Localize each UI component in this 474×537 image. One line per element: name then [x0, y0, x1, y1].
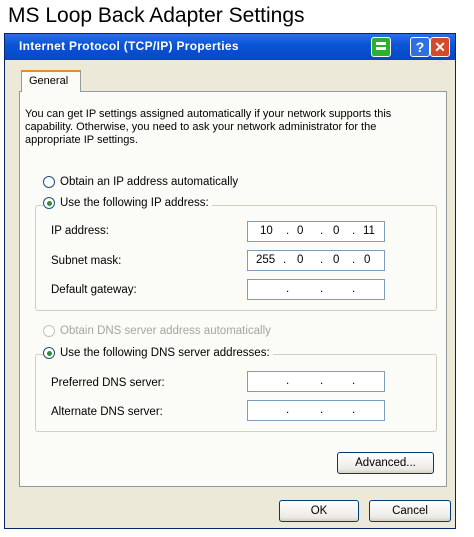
obtain-dns-auto-radio[interactable]: Obtain DNS server address automatically: [43, 325, 271, 337]
octet-dot: .: [320, 375, 324, 387]
tab-general[interactable]: General: [21, 70, 81, 92]
octet-dot: .: [352, 375, 356, 387]
help-button[interactable]: ?: [410, 37, 430, 57]
octet-dot: .: [320, 225, 324, 237]
octet-dot: .: [352, 283, 356, 295]
tcpip-properties-dialog: Internet Protocol (TCP/IP) Properties ? …: [4, 33, 456, 529]
subnet-mask-label: Subnet mask:: [51, 255, 122, 267]
ok-button[interactable]: OK: [279, 500, 359, 522]
octet-dot: .: [286, 225, 290, 237]
subnet-mask-input[interactable]: 255 . 0 . 0 . 0: [247, 250, 385, 271]
title-bar[interactable]: Internet Protocol (TCP/IP) Properties ? …: [5, 34, 455, 60]
use-following-dns-radio[interactable]: Use the following DNS server addresses:: [43, 347, 273, 359]
octet-dot: .: [320, 404, 324, 416]
octet-dot: .: [320, 283, 324, 295]
close-button[interactable]: ✕: [430, 37, 450, 57]
octet-dot: .: [352, 225, 356, 237]
ip-address-label: IP address:: [51, 225, 109, 237]
octet: 0: [333, 225, 340, 237]
octet-dot: .: [286, 375, 290, 387]
octet-dot: .: [286, 404, 290, 416]
octet-dot: .: [320, 254, 324, 266]
network-icon: [371, 37, 391, 57]
use-following-ip-radio[interactable]: Use the following IP address:: [43, 197, 212, 209]
octet-dot: .: [283, 254, 287, 266]
octet-dot: .: [352, 254, 356, 266]
octet: 11: [363, 225, 375, 237]
default-gateway-input[interactable]: . . .: [247, 279, 385, 300]
cancel-button[interactable]: Cancel: [369, 500, 451, 522]
page-caption: MS Loop Back Adapter Settings: [8, 4, 305, 27]
obtain-ip-auto-radio[interactable]: Obtain an IP address automatically: [43, 176, 238, 188]
octet: 0: [333, 254, 340, 266]
octet: 0: [297, 225, 304, 237]
default-gateway-label: Default gateway:: [51, 284, 137, 296]
octet-dot: .: [286, 283, 290, 295]
radio-unchecked-icon: [43, 176, 55, 188]
radio-disabled-icon: [43, 325, 55, 337]
preferred-dns-input[interactable]: . . .: [247, 371, 385, 392]
description-text: You can get IP settings assigned automat…: [25, 108, 392, 146]
advanced-button[interactable]: Advanced...: [337, 452, 434, 474]
obtain-ip-auto-label: Obtain an IP address automatically: [60, 176, 239, 188]
octet: 0: [364, 254, 371, 266]
window-title: Internet Protocol (TCP/IP) Properties: [19, 39, 239, 53]
use-following-dns-label: Use the following DNS server addresses:: [60, 347, 270, 359]
radio-checked-icon: [43, 197, 55, 209]
alternate-dns-input[interactable]: . . .: [247, 400, 385, 421]
radio-checked-icon: [43, 347, 55, 359]
octet: 10: [260, 225, 273, 237]
octet: 0: [297, 254, 304, 266]
ip-address-input[interactable]: 10 . 0 . 0 . 11: [247, 221, 385, 242]
octet-dot: .: [352, 404, 356, 416]
octet: 255: [256, 254, 276, 266]
use-following-ip-label: Use the following IP address:: [60, 197, 209, 209]
alternate-dns-label: Alternate DNS server:: [51, 406, 163, 418]
obtain-dns-auto-label: Obtain DNS server address automatically: [60, 325, 271, 337]
preferred-dns-label: Preferred DNS server:: [51, 377, 165, 389]
